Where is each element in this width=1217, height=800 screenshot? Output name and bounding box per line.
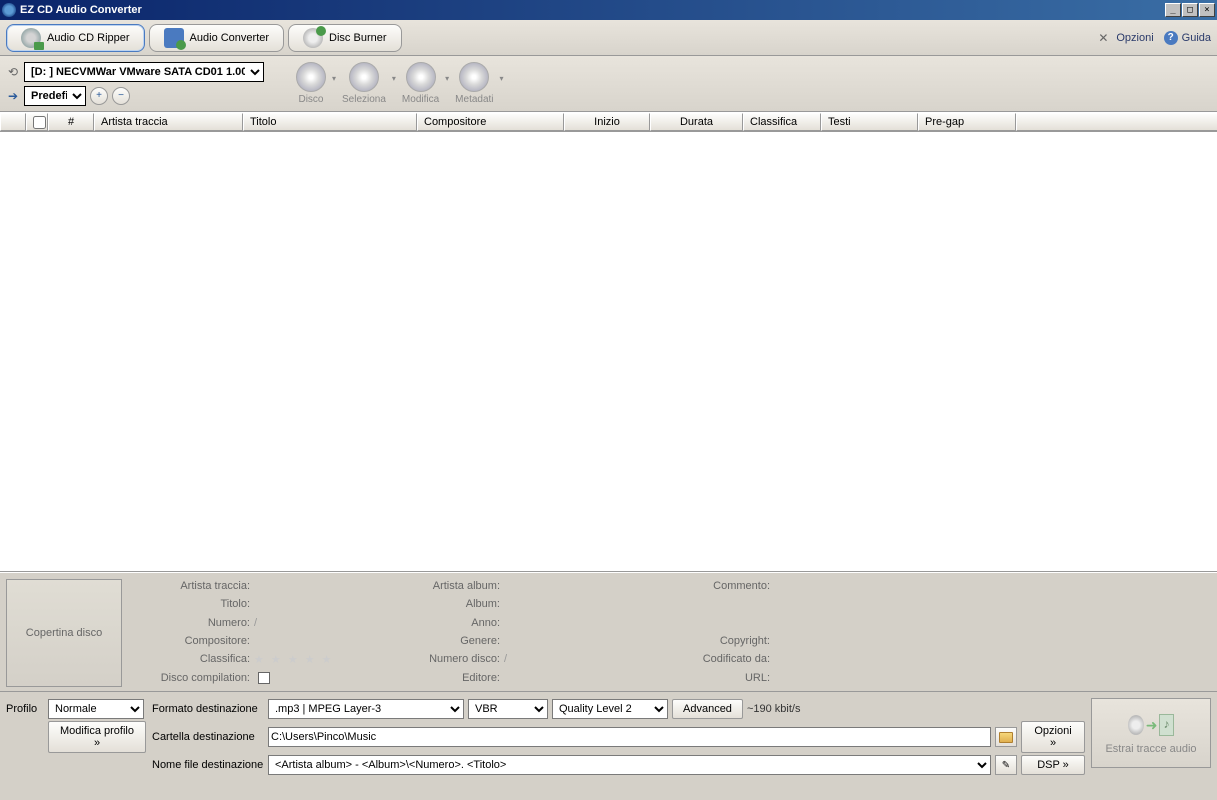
label-copyright: Copyright: [634,635,774,647]
disc-icon [349,62,379,92]
col-composer[interactable]: Compositore [417,113,564,131]
file-pattern-select[interactable]: <Artista album> - <Album>\<Numero>. <Tit… [268,755,991,775]
col-blank[interactable] [0,113,26,131]
titlebar: EZ CD Audio Converter _ □ × [0,0,1217,20]
label-editor: Editore: [384,672,504,684]
select-all-checkbox[interactable] [33,116,46,129]
label-album: Album: [384,598,504,610]
label-profile: Profilo [6,703,44,715]
disc-icon [406,62,436,92]
metadata-menu-button[interactable]: ▾ Metadati [449,60,499,107]
label-number: Numero: [130,617,254,629]
help-label: Guida [1182,32,1211,44]
select-menu-button[interactable]: ▾ Seleziona [336,60,392,107]
main-tabs: Audio CD Ripper Audio Converter Disc Bur… [0,20,1217,56]
preset-select[interactable]: Predefinita [24,86,86,106]
label-composer: Compositore: [130,635,254,647]
minimize-button[interactable]: _ [1165,3,1181,17]
col-duration[interactable]: Durata [650,113,743,131]
value-number: / [254,617,384,629]
app-title: EZ CD Audio Converter [20,4,1165,16]
col-lyrics[interactable]: Testi [821,113,918,131]
refresh-icon[interactable]: ⟲ [6,65,20,79]
toolbar: ⟲ [D: ] NECVMWar VMware SATA CD01 1.00 ➔… [0,56,1217,112]
tab-audio-converter[interactable]: Audio Converter [149,24,285,52]
label-dest-folder: Cartella destinazione [152,731,264,743]
folder-icon [999,732,1013,743]
cd-ripper-icon [21,28,41,48]
close-button[interactable]: × [1199,3,1215,17]
gear-icon: ✕ [1098,31,1112,45]
label-genre: Genere: [384,635,504,647]
label-encoded: Codificato da: [634,653,774,665]
bottom-controls: Profilo Normale Modifica profilo » Forma… [0,692,1217,782]
drive-select[interactable]: [D: ] NECVMWar VMware SATA CD01 1.00 [24,62,264,82]
col-pregap[interactable]: Pre-gap [918,113,1016,131]
edit-icon: ✎ [1002,760,1010,771]
label-dest-file: Nome file destinazione [152,759,264,771]
track-list[interactable] [0,132,1217,572]
label-url: URL: [634,672,774,684]
disc-icon [459,62,489,92]
col-spacer [1016,113,1217,131]
col-number[interactable]: # [48,113,94,131]
tab-disc-burner[interactable]: Disc Burner [288,24,401,52]
disc-icon [296,62,326,92]
advanced-button[interactable]: Advanced [672,699,743,719]
app-icon [2,3,16,17]
disc-menu-button[interactable]: ▾ Disco [290,60,332,107]
preset-remove-button[interactable]: − [112,87,130,105]
label-track-artist: Artista traccia: [130,580,254,592]
col-start[interactable]: Inizio [564,113,650,131]
col-rating[interactable]: Classifica [743,113,821,131]
edit-menu-button[interactable]: ▾ Modifica [396,60,445,107]
col-title[interactable]: Titolo [243,113,417,131]
profile-select[interactable]: Normale [48,699,144,719]
edit-pattern-button[interactable]: ✎ [995,755,1017,775]
quality-select[interactable]: Quality Level 2 [552,699,668,719]
label-album-artist: Artista album: [384,580,504,592]
metadata-panel: Copertina disco Artista traccia: Titolo:… [0,572,1217,692]
label-compilation: Disco compilation: [130,672,254,684]
label-title: Titolo: [130,598,254,610]
label-dest-format: Formato destinazione [152,703,264,715]
tab-audio-cd-ripper[interactable]: Audio CD Ripper [6,24,145,52]
options-label: Opzioni [1116,32,1153,44]
col-checkbox[interactable] [26,113,48,131]
chevron-down-icon: ▾ [500,74,504,83]
compilation-checkbox[interactable] [258,672,270,684]
bitrate-label: ~190 kbit/s [747,703,801,715]
label-disc-num: Numero disco: [384,653,504,665]
tab-label: Disc Burner [329,32,386,44]
modify-profile-button[interactable]: Modifica profilo » [48,721,146,753]
browse-folder-button[interactable] [995,727,1017,747]
preset-add-button[interactable]: + [90,87,108,105]
folder-input[interactable] [268,727,991,747]
format-select[interactable]: .mp3 | MPEG Layer-3 [268,699,464,719]
col-artist[interactable]: Artista traccia [94,113,243,131]
help-link[interactable]: ? Guida [1164,31,1211,45]
maximize-button[interactable]: □ [1182,3,1198,17]
rating-stars[interactable]: ★ ★ ★ ★ ★ [254,653,384,666]
label-rating: Classifica: [130,653,254,665]
options-button[interactable]: Opzioni » [1021,721,1085,753]
tab-label: Audio Converter [190,32,270,44]
help-icon: ? [1164,31,1178,45]
burner-icon [303,28,323,48]
converter-icon [164,28,184,48]
arrow-icon: ➔ [6,89,20,103]
value-disc-num: / [504,653,634,665]
options-link[interactable]: ✕ Opzioni [1098,31,1153,45]
extract-icon: ➜ [1128,711,1174,739]
label-year: Anno: [384,617,504,629]
dsp-button[interactable]: DSP » [1021,755,1085,775]
extract-tracks-button[interactable]: ➜ Estrai tracce audio [1091,698,1211,768]
track-list-header: # Artista traccia Titolo Compositore Ini… [0,112,1217,132]
album-cover[interactable]: Copertina disco [6,579,122,687]
tab-label: Audio CD Ripper [47,32,130,44]
mode-select[interactable]: VBR [468,699,548,719]
label-comment: Commento: [634,580,774,592]
